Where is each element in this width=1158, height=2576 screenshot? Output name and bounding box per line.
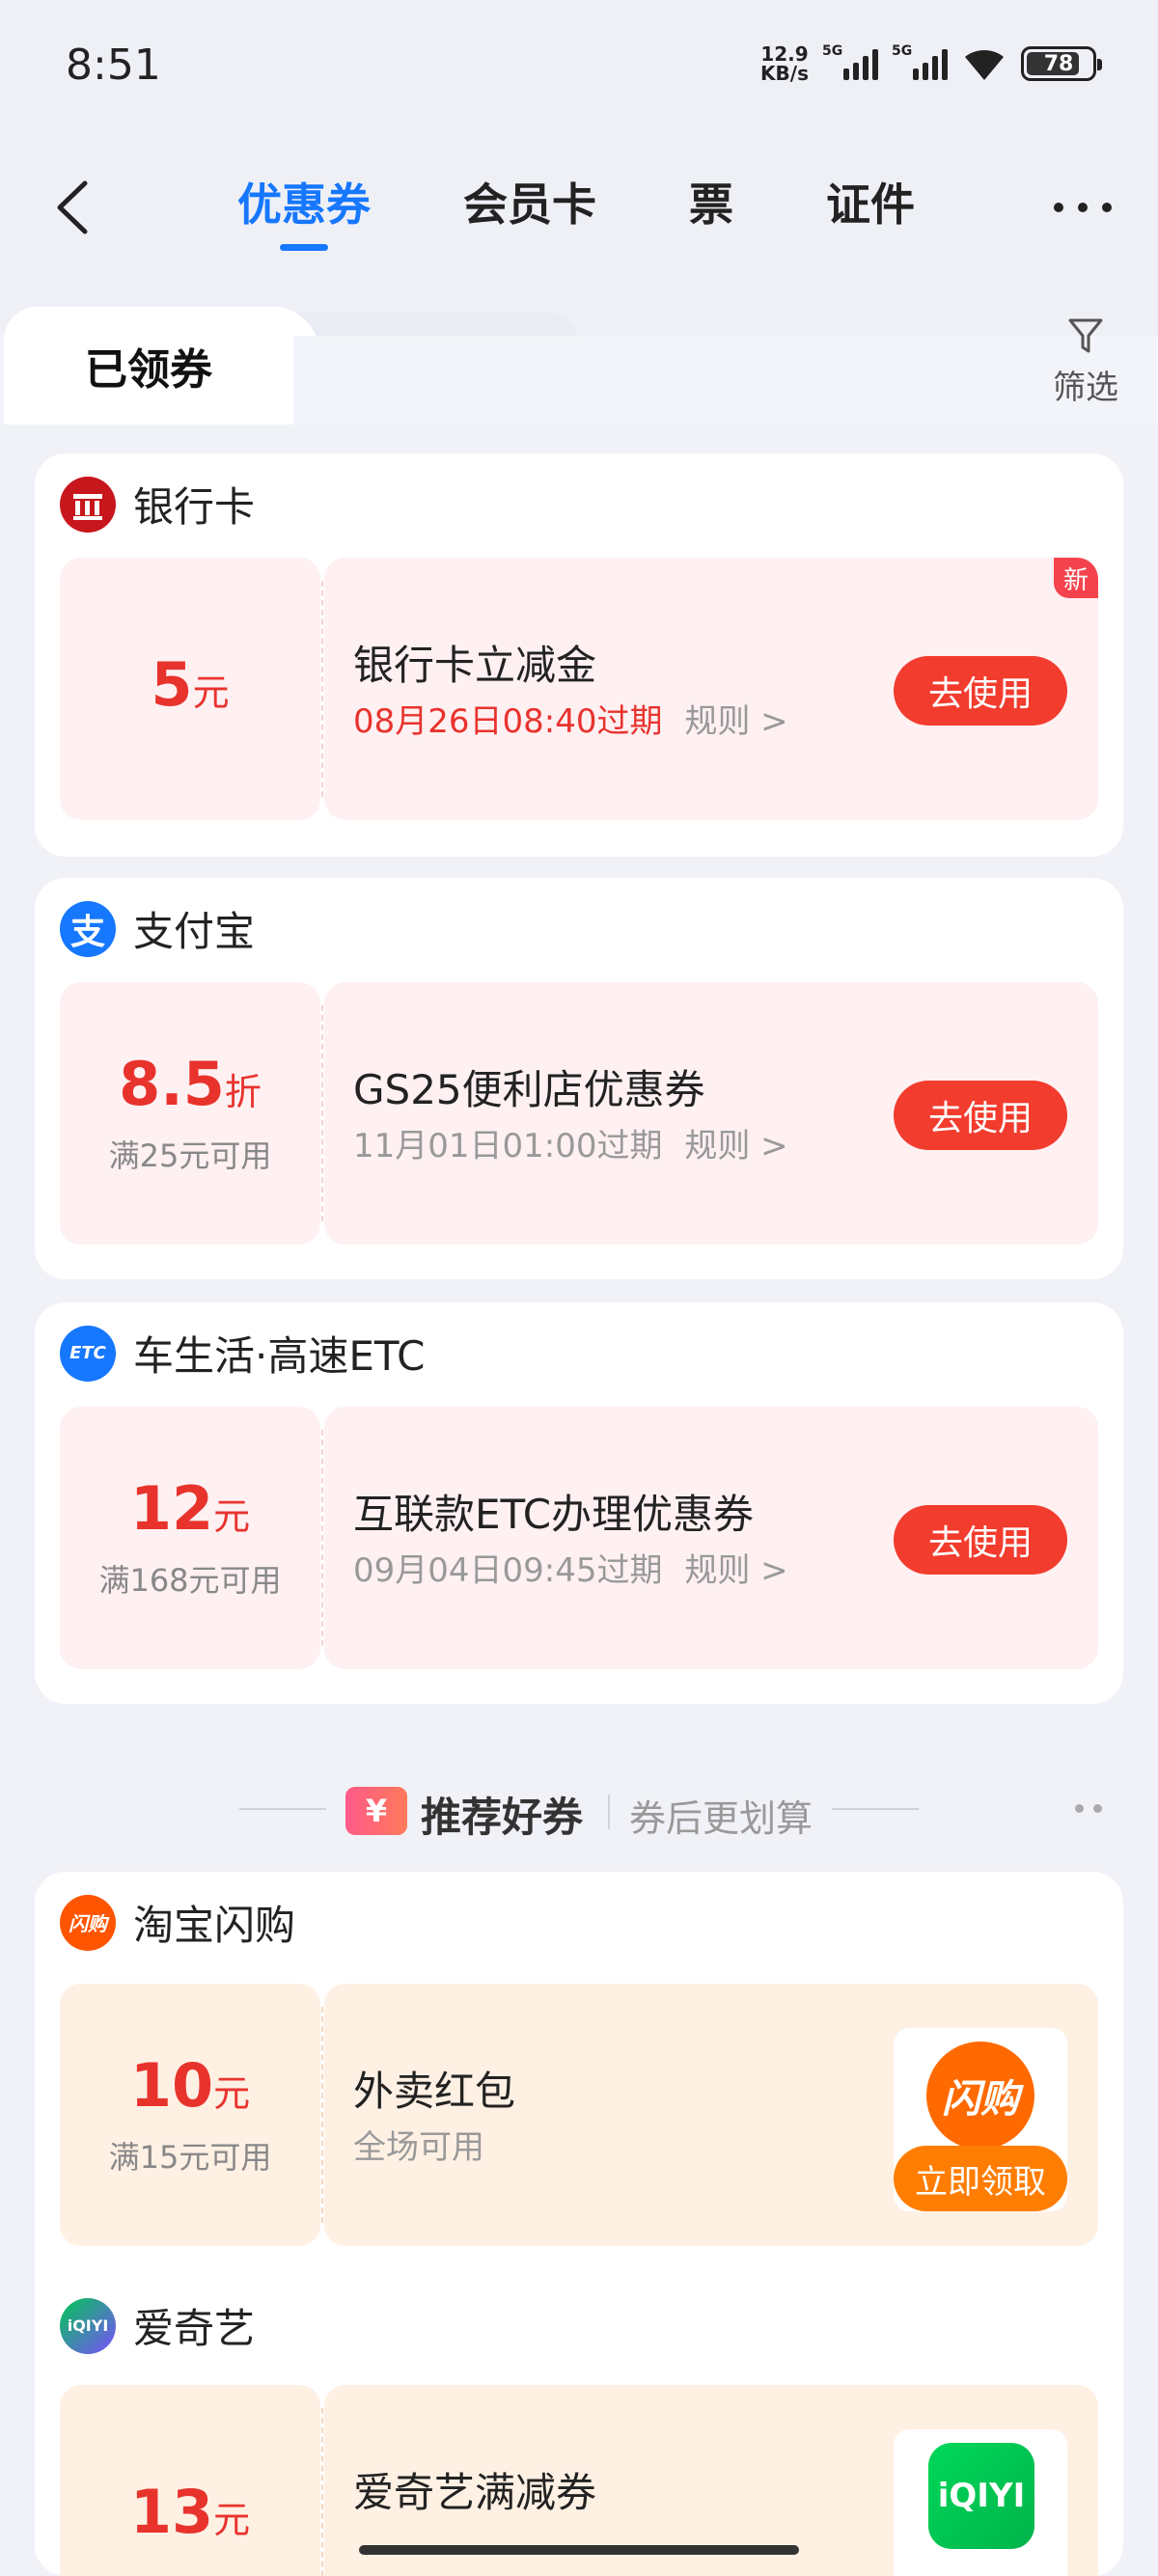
bank-card-icon [60, 476, 116, 533]
card-header: 闪购 淘宝闪购 [60, 1893, 295, 1952]
tab-coupons[interactable]: 优惠券 [237, 176, 371, 253]
tab-documents[interactable]: 证件 [826, 176, 915, 253]
card-header: ETC 车生活·高速ETC [60, 1324, 425, 1383]
more-dots-icon[interactable] [1075, 1804, 1102, 1814]
coupon-expiry: 09月04日09:45过期 [353, 1551, 663, 1590]
rules-link[interactable]: 规则 > [684, 1127, 787, 1165]
coupon-value: 5元 [60, 558, 320, 820]
signal-icon: 5G [892, 43, 948, 80]
filter-button[interactable]: 筛选 [1042, 316, 1129, 408]
alipay-icon: 支 [60, 900, 116, 957]
wifi-icon [965, 49, 1004, 80]
claim-button[interactable]: 立即领取 [894, 2146, 1067, 2211]
coupon-expiry: 08月26日08:40过期 [353, 702, 663, 741]
more-icon[interactable] [1054, 193, 1112, 222]
iqiyi-icon: iQIYI [60, 2297, 116, 2354]
coupon-expiry: 11月01日01:00过期 [353, 1127, 663, 1165]
tab-tickets[interactable]: 票 [689, 176, 733, 253]
use-button[interactable]: 去使用 [894, 1505, 1067, 1575]
coupon-condition: 满168元可用 [98, 1562, 282, 1599]
coupon-item[interactable]: 8.5折 满25元可用 GS25便利店优惠券 11月01日01:00过期 规则 … [60, 982, 1098, 1245]
shangou-logo-icon: 闪购 [926, 2042, 1034, 2150]
recommend-title: 推荐好券 [421, 1794, 584, 1841]
coupon-condition: 满25元可用 [108, 1137, 272, 1174]
recommend-card: 闪购 淘宝闪购 10元 满15元可用 外卖红包 全场可用 闪购 立即领取 iQI… [35, 1872, 1123, 2576]
recommend-section-header: ¥ 推荐好券 券后更划算 [0, 1775, 1158, 1843]
coupon-card-etc: ETC 车生活·高速ETC 12元 满168元可用 互联款ETC办理优惠券 09… [35, 1302, 1123, 1704]
coupon-title: GS25便利店优惠券 [353, 1066, 705, 1113]
filter-icon [1068, 318, 1103, 353]
brand-name: 支付宝 [133, 908, 256, 955]
card-header: iQIYI 爱奇艺 [60, 2296, 255, 2355]
home-indicator[interactable] [359, 2545, 799, 2555]
status-bar: 8:51 12.9 KB/s 5G 5G 78 [0, 0, 1158, 135]
rules-link[interactable]: 规则 > [684, 702, 787, 741]
brand-name: 银行卡 [133, 483, 256, 531]
card-header: 银行卡 [60, 475, 255, 534]
use-button[interactable]: 去使用 [894, 1081, 1067, 1150]
iqiyi-logo-icon: iQIYI [928, 2443, 1034, 2549]
coupon-card-alipay: 支 支付宝 8.5折 满25元可用 GS25便利店优惠券 11月01日01:00… [35, 878, 1123, 1279]
recommend-coupon-item[interactable]: 10元 满15元可用 外卖红包 全场可用 闪购 立即领取 [60, 1984, 1098, 2246]
coupon-title: 爱奇艺满减券 [353, 2469, 597, 2516]
coupon-item[interactable]: 12元 满168元可用 互联款ETC办理优惠券 09月04日09:45过期 规则… [60, 1407, 1098, 1669]
subtab-received[interactable]: 已领券 [4, 307, 293, 425]
coupon-value: 8.5折 满25元可用 [60, 982, 320, 1245]
top-nav: 优惠券 会员卡 票 证件 [0, 154, 1158, 260]
tab-membership-cards[interactable]: 会员卡 [463, 176, 596, 253]
etc-icon: ETC [60, 1325, 116, 1382]
recommend-subtitle: 券后更划算 [629, 1797, 813, 1840]
status-icons: 12.9 KB/s 5G 5G 78 [760, 42, 1102, 85]
brand-name: 淘宝闪购 [133, 1902, 296, 1949]
rules-link[interactable]: 规则 > [684, 1551, 787, 1590]
coupon-value: 10元 满15元可用 [60, 1984, 320, 2246]
coupon-item[interactable]: 5元 银行卡立减金 08月26日08:40过期 规则 > 去使用 新 [60, 558, 1098, 820]
signal-icon: 5G [822, 43, 878, 80]
coupon-title: 互联款ETC办理优惠券 [353, 1491, 755, 1538]
yen-coupon-icon: ¥ [345, 1787, 407, 1835]
brand-name: 爱奇艺 [133, 2305, 256, 2352]
status-time: 8:51 [66, 41, 161, 90]
brand-name: 车生活·高速ETC [133, 1332, 426, 1380]
sub-tabs: 推荐好券 已领券 筛选 [0, 307, 1158, 425]
network-speed: 12.9 KB/s [760, 42, 809, 85]
coupon-value: 12元 满168元可用 [60, 1407, 320, 1669]
coupon-scope: 全场可用 [353, 2128, 484, 2167]
coupon-title: 外卖红包 [353, 2068, 516, 2115]
coupon-card-bank: 银行卡 5元 银行卡立减金 08月26日08:40过期 规则 > 去使用 新 [35, 453, 1123, 857]
new-badge: 新 [1054, 558, 1098, 598]
back-arrow-icon[interactable] [48, 178, 102, 237]
battery-icon: 78 [1021, 46, 1102, 81]
taobao-shangou-icon: 闪购 [60, 1894, 116, 1951]
coupon-value: 13元 [60, 2385, 320, 2576]
card-header: 支 支付宝 [60, 899, 255, 958]
coupon-title: 银行卡立减金 [353, 642, 597, 689]
nav-tabs: 优惠券 会员卡 票 证件 [237, 176, 1007, 253]
use-button[interactable]: 去使用 [894, 656, 1067, 726]
coupon-condition: 满15元可用 [108, 2139, 272, 2176]
